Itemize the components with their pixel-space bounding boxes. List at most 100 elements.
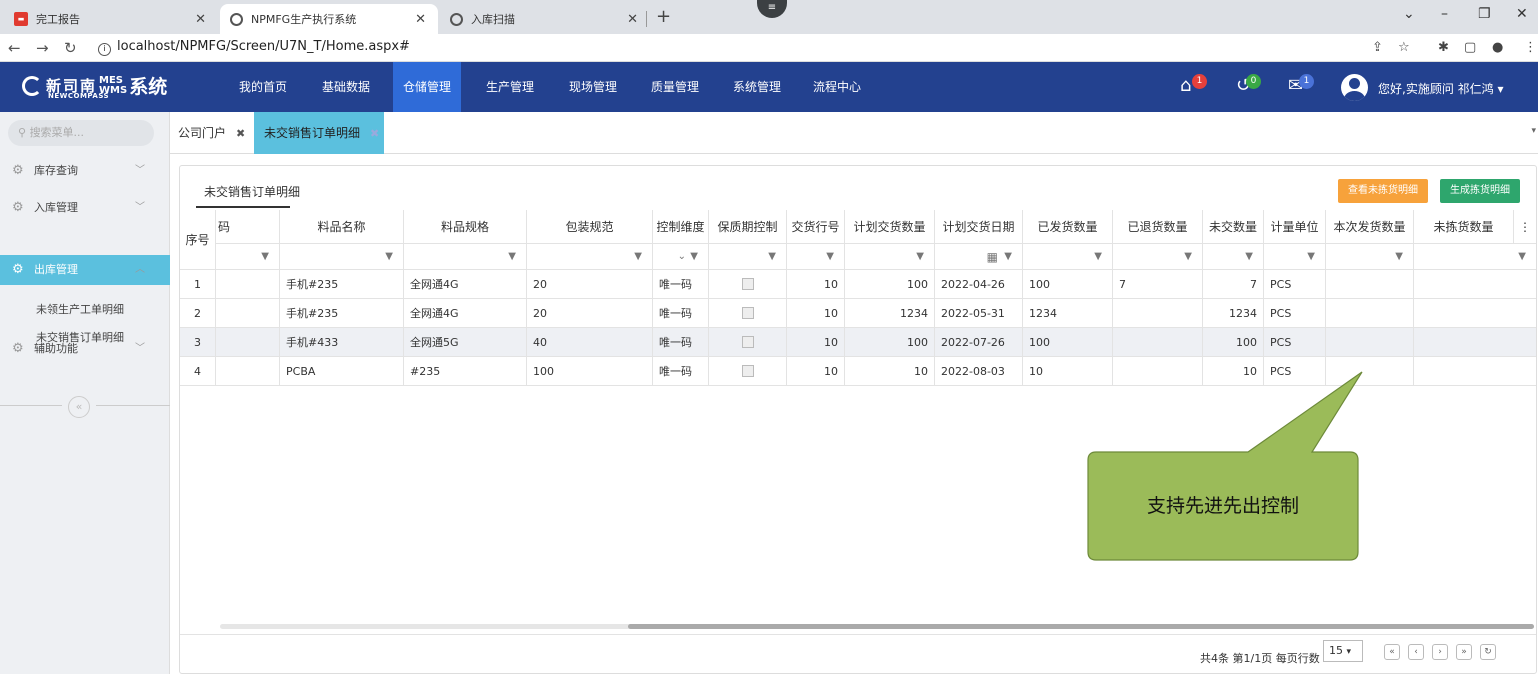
horizontal-scrollbar[interactable] <box>220 624 1534 629</box>
col-header-unpicked-qty[interactable]: 未拣货数量 <box>1414 210 1514 244</box>
sidepanel-icon[interactable]: ▢ <box>1464 40 1476 55</box>
grid-cell-empty[interactable] <box>1326 299 1414 328</box>
url-field[interactable]: i localhost/NPMFG/Screen/U7N_T/Home.aspx# <box>98 39 410 56</box>
grid-cell-dim[interactable]: 唯一码 <box>653 299 709 328</box>
grid-cell-empty[interactable] <box>1414 270 1536 299</box>
filter-icon[interactable]: ▼ <box>916 244 924 270</box>
col-header-shipped-qty[interactable]: 已发货数量 <box>1023 210 1113 244</box>
grid-cell-date[interactable]: 2022-04-26 <box>935 270 1023 299</box>
filter-icon[interactable]: ▼ <box>1004 244 1012 270</box>
user-greeting[interactable]: 您好,实施顾问 祁仁鸿 ▾ <box>1378 80 1504 97</box>
filter-icon[interactable]: ▼ <box>1395 244 1403 270</box>
next-page-icon[interactable]: › <box>1432 644 1448 660</box>
filter-icon[interactable]: ▼ <box>1245 244 1253 270</box>
browser-tab-npmfg[interactable]: NPMFG生产执行系统 ✕ <box>220 4 438 34</box>
search-input[interactable]: ⚲ 搜索菜单... <box>8 120 154 146</box>
view-unpicked-button[interactable]: 查看未拣货明细 <box>1338 179 1428 203</box>
filter-icon[interactable]: ▼ <box>634 244 642 270</box>
tabs-dropdown-icon[interactable]: ▾ <box>1531 126 1536 136</box>
browser-tab-report[interactable]: ▬ 完工报告 ✕ <box>4 4 218 34</box>
forward-icon[interactable]: → <box>36 39 49 57</box>
shelf-life-checkbox-cell[interactable] <box>709 270 787 299</box>
refresh-icon[interactable]: ↻ <box>1480 644 1496 660</box>
sidebar-item-outbound[interactable]: ⚙ 出库管理 ︿ <box>0 255 170 285</box>
grid-cell-spec[interactable]: 全网通4G <box>404 299 527 328</box>
browser-menu-icon[interactable]: ⋮ <box>1524 40 1537 55</box>
col-header-shelf-life[interactable]: 保质期控制 <box>709 210 787 244</box>
sidebar-item-inbound[interactable]: ⚙ 入库管理 ﹀ <box>0 193 170 223</box>
grid-cell-qty[interactable]: 1234 <box>845 299 935 328</box>
col-header-this-ship-qty[interactable]: 本次发货数量 <box>1326 210 1414 244</box>
shelf-life-checkbox-cell[interactable] <box>709 328 787 357</box>
close-window-icon[interactable]: ✕ <box>1516 6 1528 22</box>
grid-cell-line[interactable]: 10 <box>787 270 845 299</box>
filter-cell[interactable]: ▼ <box>845 244 935 270</box>
grid-cell-dim[interactable]: 唯一码 <box>653 270 709 299</box>
grid-cell-empty[interactable] <box>216 299 280 328</box>
grid-cell-empty[interactable] <box>1326 328 1414 357</box>
grid-cell-unit[interactable]: PCS <box>1264 328 1326 357</box>
home-icon[interactable]: ⌂ <box>1180 75 1191 96</box>
profile-menu-icon[interactable]: ≡ <box>757 0 787 18</box>
page-size-select[interactable]: 15 ▾ <box>1323 640 1363 662</box>
reload-icon[interactable]: ↻ <box>64 39 77 57</box>
col-header-line-no[interactable]: 交货行号 <box>787 210 845 244</box>
tab-search-icon[interactable]: ⌄ <box>1403 6 1415 22</box>
grid-cell-spec[interactable]: #235 <box>404 357 527 386</box>
filter-icon[interactable]: ▼ <box>826 244 834 270</box>
last-page-icon[interactable]: » <box>1456 644 1472 660</box>
menu-home[interactable]: 我的首页 <box>230 62 296 112</box>
close-icon[interactable]: ✖ <box>236 127 245 140</box>
sidebar-item-inventory-query[interactable]: ⚙ 库存查询 ﹀ <box>0 156 170 186</box>
filter-cell[interactable]: ▼ <box>404 244 527 270</box>
bookmark-star-icon[interactable]: ☆ <box>1398 40 1410 55</box>
col-header-packaging[interactable]: 包装规范 <box>527 210 653 244</box>
shelf-life-checkbox-cell[interactable] <box>709 299 787 328</box>
grid-cell-qty[interactable]: 10 <box>845 357 935 386</box>
new-tab-icon[interactable]: + <box>656 6 671 27</box>
grid-cell-dim[interactable]: 唯一码 <box>653 357 709 386</box>
col-header-open-qty[interactable]: 未交数量 <box>1203 210 1264 244</box>
filter-icon[interactable]: ▼ <box>385 244 393 270</box>
filter-cell[interactable]: ▼ <box>280 244 404 270</box>
calendar-icon[interactable]: ▦ <box>987 244 998 270</box>
menu-warehouse[interactable]: 仓储管理 <box>393 62 461 112</box>
col-header-item-spec[interactable]: 料品规格 <box>404 210 527 244</box>
close-icon[interactable]: ✕ <box>195 12 206 27</box>
filter-icon[interactable]: ▼ <box>1184 244 1192 270</box>
close-icon[interactable]: ✕ <box>627 12 638 27</box>
column-menu-icon[interactable]: ⋮ <box>1514 210 1536 244</box>
filter-cell[interactable]: ▼ <box>709 244 787 270</box>
sidebar-item-auxiliary-label[interactable]: ⚙ 辅助功能 ﹀ <box>0 334 170 364</box>
filter-icon[interactable]: ▼ <box>508 244 516 270</box>
generate-picking-button[interactable]: 生成拣货明细 <box>1440 179 1520 203</box>
grid-cell-line[interactable]: 10 <box>787 357 845 386</box>
grid-cell-empty[interactable] <box>216 328 280 357</box>
grid-cell-pack[interactable]: 20 <box>527 299 653 328</box>
col-header-unit[interactable]: 计量单位 <box>1264 210 1326 244</box>
menu-shopfloor[interactable]: 现场管理 <box>558 62 628 112</box>
menu-system[interactable]: 系统管理 <box>722 62 792 112</box>
grid-cell-shipped[interactable]: 100 <box>1023 328 1113 357</box>
filter-cell[interactable]: ▼ <box>1414 244 1536 270</box>
filter-icon[interactable]: ▼ <box>1094 244 1102 270</box>
restore-icon[interactable]: ❐ <box>1478 6 1491 22</box>
filter-cell[interactable]: ▼ <box>1023 244 1113 270</box>
grid-cell-qty[interactable]: 100 <box>845 328 935 357</box>
checkbox[interactable] <box>741 336 754 348</box>
tab-company-portal[interactable]: 公司门户 ✖ <box>178 112 254 154</box>
grid-cell-empty[interactable] <box>1414 328 1536 357</box>
grid-cell-date[interactable]: 2022-07-26 <box>935 328 1023 357</box>
grid-cell-shipped[interactable]: 100 <box>1023 270 1113 299</box>
grid-cell-name[interactable]: 手机#235 <box>280 299 404 328</box>
col-header-code[interactable]: 码 <box>216 210 280 244</box>
grid-cell-no[interactable]: 3 <box>180 328 216 357</box>
sidebar-subitem-unissued-workorders[interactable]: 未领生产工单明细 <box>0 296 170 324</box>
filter-icon[interactable]: ▼ <box>1518 244 1526 270</box>
grid-cell-unit[interactable]: PCS <box>1264 270 1326 299</box>
filter-cell[interactable]: ▼ <box>216 244 280 270</box>
menu-quality[interactable]: 质量管理 <box>640 62 710 112</box>
grid-cell-open[interactable]: 1234 <box>1203 299 1264 328</box>
grid-cell-shipped[interactable]: 1234 <box>1023 299 1113 328</box>
chevron-down-icon[interactable]: ⌄ <box>678 244 686 270</box>
